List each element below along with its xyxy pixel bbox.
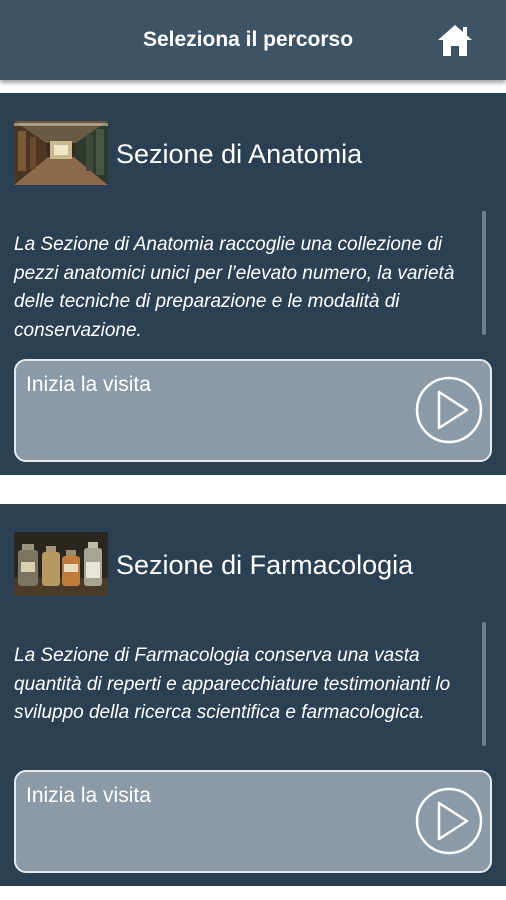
anatomia-thumbnail (14, 121, 108, 185)
section-title: Sezione di Anatomia (116, 139, 363, 169)
description-scrollbar[interactable] (482, 211, 486, 335)
section-description: La Sezione di Anatomia raccoglie una col… (14, 234, 455, 341)
farmacologia-thumbnail (14, 532, 108, 596)
home-icon (438, 25, 472, 56)
play-icon (415, 787, 483, 855)
start-visit-label: Inizia la visita (26, 784, 151, 807)
section-description: La Sezione di Farmacologia conserva una … (14, 645, 451, 723)
start-visit-label: Inizia la visita (26, 373, 151, 396)
start-visit-button[interactable]: Inizia la visita (14, 770, 492, 873)
description-scrollbar[interactable] (482, 622, 486, 746)
app-header: Seleziona il percorso (0, 0, 506, 80)
home-button[interactable] (434, 20, 476, 60)
play-icon (415, 376, 483, 444)
start-visit-button[interactable]: Inizia la visita (14, 359, 492, 462)
section-title: Sezione di Farmacologia (116, 550, 414, 580)
page-title: Seleziona il percorso (142, 28, 354, 51)
section-card-anatomia: Sezione di Anatomia La Sezione di Anatom… (0, 93, 506, 475)
section-card-farmacologia: Sezione di Farmacologia La Sezione di Fa… (0, 504, 506, 886)
